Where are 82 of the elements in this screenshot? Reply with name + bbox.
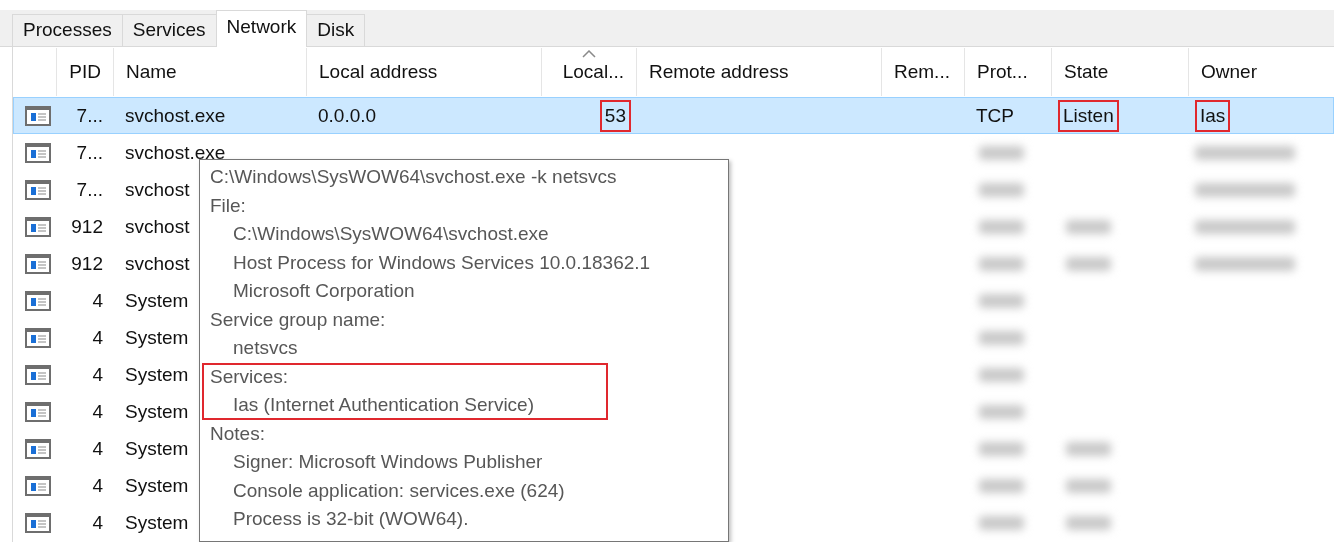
tab[interactable]: Network	[215, 10, 308, 47]
blurred-text	[979, 441, 1024, 456]
table-cell-text: System	[124, 362, 190, 387]
tab[interactable]: Disk	[306, 14, 366, 46]
window-icon	[25, 438, 51, 459]
column-header[interactable]: Remote address	[649, 57, 789, 87]
table-cell-text: System	[124, 510, 190, 535]
tooltip-text: Console application: services.exe (624)	[232, 478, 566, 503]
blurred-text	[979, 145, 1024, 160]
table-cell-text: 912	[70, 251, 104, 276]
window-icon	[25, 475, 51, 496]
tooltip-text: C:\Windows\SysWOW64\svchost.exe -k netsvcs	[210, 165, 618, 189]
window-icon	[25, 253, 51, 274]
table-cell: Listen	[1058, 99, 1119, 132]
table-cell-text: 4	[91, 473, 104, 498]
column-header[interactable]: Local...	[562, 57, 624, 87]
column-header[interactable]: State	[1064, 57, 1109, 87]
table-cell-text: 7...	[75, 177, 104, 202]
tooltip-text: netsvcs	[232, 336, 299, 360]
table-cell: Ias	[1195, 99, 1231, 132]
tooltip-text: C:\Windows\SysWOW64\svchost.exe	[232, 222, 550, 246]
tooltip-heading: Services:	[210, 364, 290, 389]
blurred-text	[1066, 515, 1111, 530]
window-icon	[25, 364, 51, 385]
table-cell-text: System	[124, 436, 190, 461]
column-header[interactable]: Rem...	[894, 57, 950, 87]
window-icon	[25, 216, 51, 237]
window-icon	[25, 327, 51, 348]
blurred-text	[1066, 219, 1111, 234]
table-cell-text: 7...	[75, 140, 104, 165]
table-cell-text: System	[124, 325, 190, 350]
window-icon	[25, 142, 51, 163]
window-icon	[25, 179, 51, 200]
window-icon	[25, 401, 51, 422]
tooltip-text: Ias (Internet Authentication Service)	[232, 393, 535, 417]
blurred-text	[1066, 256, 1111, 271]
table-cell-text: 4	[91, 325, 104, 350]
table-cell: 53	[599, 99, 631, 132]
tooltip-text: Process is 32-bit (WOW64).	[232, 507, 470, 531]
table-cell-text: System	[124, 473, 190, 498]
column-header[interactable]: Local address	[319, 57, 438, 87]
blurred-text	[979, 404, 1024, 419]
table-cell-text: 4	[91, 288, 104, 313]
blurred-text	[1066, 441, 1111, 456]
tooltip-heading: Notes:	[210, 421, 266, 446]
table-cell-text: TCP	[975, 103, 1015, 128]
tooltip-text: Microsoft Corporation	[232, 279, 416, 303]
blurred-text	[979, 182, 1024, 197]
table-cell-text: 4	[91, 436, 104, 461]
table-cell-text: 4	[91, 399, 104, 424]
table-cell-text: svchost.exe	[124, 103, 227, 128]
window-icon	[25, 105, 51, 126]
blurred-text	[1066, 478, 1111, 493]
window-icon	[25, 290, 51, 311]
tooltip-text: Signer: Microsoft Windows Publisher	[232, 450, 544, 474]
table-cell-text: 4	[91, 362, 104, 387]
tooltip-heading: File:	[210, 193, 247, 218]
table-cell-text: svchost	[124, 214, 191, 239]
blurred-text	[979, 256, 1024, 271]
column-header[interactable]: Prot...	[977, 57, 1028, 87]
window-icon	[25, 512, 51, 533]
column-header[interactable]: PID	[69, 57, 101, 87]
table-cell-text: 0.0.0.0	[317, 103, 378, 128]
table-cell-text: 7...	[75, 103, 104, 128]
tab[interactable]: Processes	[12, 14, 123, 46]
blurred-text	[979, 219, 1024, 234]
column-header[interactable]: Name	[126, 57, 177, 87]
blurred-text	[979, 367, 1024, 382]
table-cell-text: 912	[70, 214, 104, 239]
table-cell-text: svchost	[124, 177, 191, 202]
table-cell-text: svchost.exe	[124, 140, 227, 165]
blurred-text	[979, 330, 1024, 345]
blurred-text	[979, 293, 1024, 308]
table-cell-text: System	[124, 288, 190, 313]
blurred-text	[979, 478, 1024, 493]
table-cell-text: 4	[91, 510, 104, 535]
blurred-text	[979, 515, 1024, 530]
tooltip-text: Host Process for Windows Services 10.0.18362.1	[232, 250, 652, 275]
table-cell-text: svchost	[124, 251, 191, 276]
tooltip-heading: Service group name:	[210, 307, 387, 332]
column-header[interactable]: Owner	[1201, 57, 1257, 87]
table-cell-text: System	[124, 399, 190, 424]
